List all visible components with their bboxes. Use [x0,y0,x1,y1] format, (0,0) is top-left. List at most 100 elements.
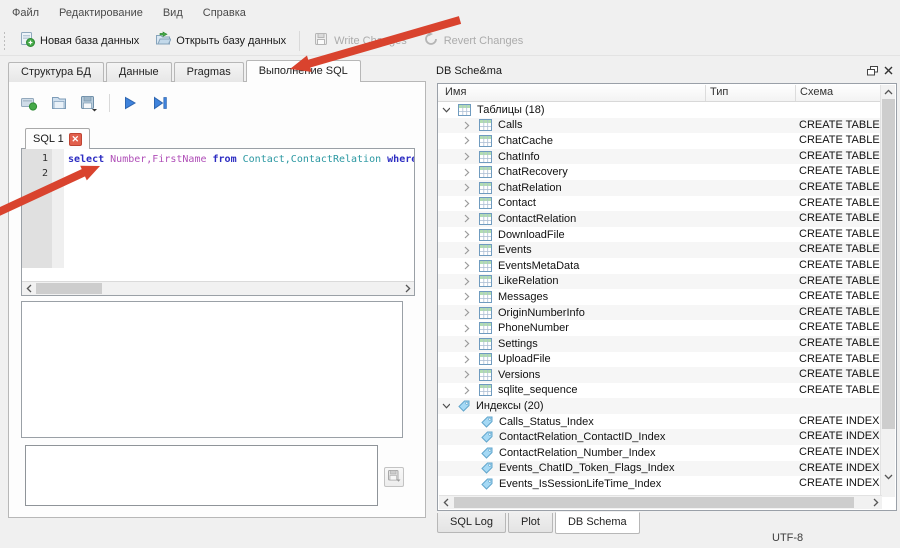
tree-vscroll-thumb[interactable] [882,99,895,429]
table-row[interactable]: OriginNumberInfoCREATE TABLE ... [438,305,881,321]
tree-item-label: Calls [498,119,522,131]
chevron-right-icon[interactable] [463,121,471,130]
scroll-up-icon[interactable] [882,85,895,98]
sql-editor-tab[interactable]: SQL 1 ✕ [25,128,90,149]
execute-line-button[interactable] [148,92,172,114]
table-row[interactable]: UploadFileCREATE TABLE ... [438,352,881,368]
chevron-right-icon[interactable] [463,370,471,379]
chevron-right-icon[interactable] [463,168,471,177]
revert-changes-button[interactable]: Revert Changes [415,26,532,55]
chevron-right-icon[interactable] [463,199,471,208]
close-sql-tab-icon[interactable]: ✕ [69,133,82,146]
chevron-right-icon[interactable] [463,355,471,364]
chevron-right-icon[interactable] [463,136,471,145]
sql-code-line: select Number,FirstName from Contact,Con… [68,152,415,167]
scroll-left-icon[interactable] [439,496,452,509]
scroll-left-icon[interactable] [22,282,35,295]
menu-item[interactable]: Вид [153,2,193,24]
index-row[interactable]: ContactRelation_Number_IndexCREATE INDEX… [438,445,881,461]
chevron-right-icon[interactable] [463,214,471,223]
chevron-right-icon[interactable] [463,324,471,333]
table-icon [479,260,492,272]
index-row[interactable]: Calls_Status_IndexCREATE INDEX ... [438,414,881,430]
tab-Выполнение SQL[interactable]: Выполнение SQL [246,60,361,82]
table-row[interactable]: ContactCREATE TABLE ... [438,196,881,212]
toolbar-grip[interactable] [2,30,7,52]
new-database-button[interactable]: Новая база данных [11,26,147,55]
table-row[interactable]: SettingsCREATE TABLE ... [438,336,881,352]
column-type[interactable]: Тип [710,86,728,98]
scroll-down-icon[interactable] [882,470,895,483]
chevron-right-icon[interactable] [463,308,471,317]
chevron-right-icon[interactable] [463,230,471,239]
editor-hscrollbar[interactable] [22,281,414,295]
tree-item-label: ContactRelation_Number_Index [499,447,656,459]
table-icon [479,151,492,163]
table-row[interactable]: MessagesCREATE TABLE ... [438,289,881,305]
table-row[interactable]: ChatInfoCREATE TABLE ... [438,149,881,165]
table-row[interactable]: LikeRelationCREATE TABLE ... [438,274,881,290]
table-row[interactable]: VersionsCREATE TABLE ... [438,367,881,383]
chevron-right-icon[interactable] [463,183,471,192]
save-sql-file-button[interactable] [77,92,101,114]
column-name[interactable]: Имя [445,86,466,98]
menu-item[interactable]: Справка [193,2,256,24]
chevron-right-icon[interactable] [463,386,471,395]
scroll-right-icon[interactable] [869,496,882,509]
chevron-down-icon[interactable] [442,403,450,409]
index-row[interactable]: ContactRelation_ContactID_IndexCREATE IN… [438,429,881,445]
table-row[interactable]: PhoneNumberCREATE TABLE ... [438,320,881,336]
table-row[interactable]: ChatRelationCREATE TABLE ... [438,180,881,196]
chevron-right-icon[interactable] [463,277,471,286]
results-grid[interactable] [21,301,403,438]
tab-Структура БД[interactable]: Структура БД [8,62,104,82]
open-sql-tab-button[interactable] [17,92,41,114]
dock-tab-DB Schema[interactable]: DB Schema [555,512,640,534]
table-row[interactable]: sqlite_sequenceCREATE TABLE ... [438,383,881,399]
table-row[interactable]: EventsCREATE TABLE ... [438,242,881,258]
open-sql-file-button[interactable] [47,92,71,114]
dock-tab-Plot[interactable]: Plot [508,513,553,533]
tree-hscrollbar[interactable] [439,495,882,509]
sql-editor[interactable]: 12 select Number,FirstName from Contact,… [21,148,415,296]
chevron-right-icon[interactable] [463,339,471,348]
tree-hscroll-thumb[interactable] [454,497,854,508]
table-row[interactable]: ContactRelationCREATE TABLE ... [438,211,881,227]
schema-cell: CREATE TABLE ... [799,337,892,349]
chevron-right-icon[interactable] [463,261,471,270]
tree-item-label: ContactRelation_ContactID_Index [499,431,665,443]
execute-sql-panel: SQL 1 ✕ 12 select Number,FirstName from … [8,81,426,518]
table-row[interactable]: ChatCacheCREATE TABLE ... [438,133,881,149]
dock-close-icon[interactable] [880,63,896,78]
menu-item[interactable]: Редактирование [49,2,153,24]
save-results-button[interactable] [384,467,404,487]
menu-item[interactable]: Файл [2,2,49,24]
table-row[interactable]: ChatRecoveryCREATE TABLE ... [438,164,881,180]
write-changes-button[interactable]: Write Changes [305,26,415,55]
schema-cell: CREATE TABLE ... [799,165,892,177]
tree-group-row[interactable]: Таблицы (18) [438,102,881,118]
encoding-status[interactable]: UTF-8 [772,532,803,544]
table-row[interactable]: CallsCREATE TABLE ... [438,118,881,134]
open-database-button[interactable]: Открыть базу данных [147,26,294,55]
dock-tab-SQL Log[interactable]: SQL Log [437,513,506,533]
message-area[interactable] [25,445,378,506]
execute-sql-button[interactable] [118,92,142,114]
editor-hscroll-thumb[interactable] [36,283,102,294]
index-row[interactable]: Events_ChatID_Token_Flags_IndexCREATE IN… [438,461,881,477]
chevron-down-icon[interactable] [442,107,450,113]
index-row[interactable]: Events_IsSessionLifeTime_IndexCREATE IND… [438,476,881,492]
dock-float-icon[interactable] [864,63,880,78]
tree-vscrollbar[interactable] [880,85,895,497]
chevron-right-icon[interactable] [463,246,471,255]
tab-Pragmas[interactable]: Pragmas [174,62,244,82]
scroll-right-icon[interactable] [401,282,414,295]
tree-group-row[interactable]: Индексы (20) [438,398,881,414]
chevron-right-icon[interactable] [463,292,471,301]
tab-Данные[interactable]: Данные [106,62,172,82]
chevron-right-icon[interactable] [463,152,471,161]
table-row[interactable]: EventsMetaDataCREATE TABLE ... [438,258,881,274]
tree-item-label: EventsMetaData [498,260,579,272]
table-row[interactable]: DownloadFileCREATE TABLE ... [438,227,881,243]
column-schema[interactable]: Схема [800,86,833,98]
